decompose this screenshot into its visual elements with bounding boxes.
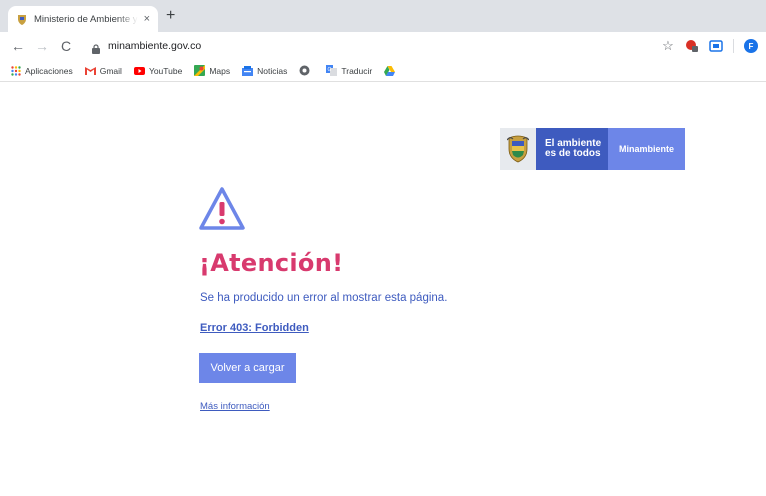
apps-grid-icon [10, 65, 21, 76]
government-banner: El ambiente es de todos Minambiente [500, 128, 685, 170]
bookmark-youtube[interactable]: YouTube [133, 65, 183, 76]
lock-icon[interactable] [92, 41, 100, 54]
bookmark-label: YouTube [148, 65, 183, 76]
news-icon [242, 65, 254, 76]
gmail-icon [84, 65, 96, 76]
error-page: El ambiente es de todos Minambiente ¡Ate… [0, 83, 766, 496]
bookmark-label: Gmail [99, 65, 122, 76]
extension-cast-icon[interactable] [709, 39, 723, 53]
browser-toolbar: ← → C minambiente.gov.co ☆ F [0, 32, 766, 60]
url-text: minambiente.gov.co [108, 40, 202, 52]
reload-page-button[interactable]: Volver a cargar [199, 353, 296, 383]
more-info-link[interactable]: Más información [200, 401, 270, 412]
tab-title: Ministerio de Ambiente y Desarrollo Sost… [34, 13, 138, 25]
extension-red-icon[interactable] [685, 39, 699, 53]
toolbar-actions: ☆ F [661, 38, 758, 53]
bookmark-news[interactable]: Noticias [242, 65, 287, 76]
bookmark-star-icon[interactable]: ☆ [661, 38, 675, 53]
drive-icon [384, 65, 396, 76]
maps-icon [194, 65, 206, 76]
bookmark-maps[interactable]: Maps [194, 65, 230, 76]
bookmarks-bar: Aplicaciones Gmail YouTube Maps Noticias… [0, 60, 766, 82]
translate-icon: G [326, 65, 338, 76]
forward-button[interactable]: → [32, 36, 52, 56]
bookmark-apps[interactable]: Aplicaciones [10, 65, 73, 76]
bookmark-label: Noticias [257, 65, 288, 76]
back-button[interactable]: ← [8, 36, 28, 56]
profile-avatar[interactable]: F [744, 39, 758, 53]
brand-slogan: El ambiente es de todos [536, 128, 608, 170]
ministry-name: Minambiente [608, 128, 685, 170]
bookmark-gmail[interactable]: Gmail [84, 65, 122, 76]
page-title: ¡Atención! [199, 249, 344, 277]
error-code-link[interactable]: Error 403: Forbidden [200, 322, 309, 334]
svg-text:G: G [328, 67, 332, 73]
brand-slogan-line2: es de todos [545, 148, 601, 159]
address-bar[interactable]: minambiente.gov.co [84, 35, 653, 57]
error-message: Se ha producido un error al mostrar esta… [200, 292, 448, 304]
bookmark-translate[interactable]: G Traducir [326, 65, 372, 76]
web-icon [299, 65, 310, 76]
bookmark-web[interactable] [299, 65, 314, 76]
youtube-icon [133, 65, 145, 76]
warning-triangle-icon [198, 185, 246, 233]
bookmark-label: Maps [209, 65, 231, 76]
reload-button[interactable]: C [56, 36, 76, 56]
toolbar-separator [733, 39, 734, 53]
coat-of-arms-icon [500, 128, 536, 170]
bookmark-label: Traducir [341, 65, 373, 76]
tab-strip: Ministerio de Ambiente y Desarrollo Sost… [0, 0, 766, 32]
tab-close-icon[interactable]: × [144, 13, 150, 25]
coat-of-arms-favicon-icon [16, 13, 28, 25]
bookmark-label: Aplicaciones [25, 65, 73, 76]
new-tab-button[interactable]: + [166, 8, 175, 24]
bookmark-drive[interactable] [384, 65, 399, 76]
browser-tab[interactable]: Ministerio de Ambiente y Desarrollo Sost… [8, 6, 158, 32]
